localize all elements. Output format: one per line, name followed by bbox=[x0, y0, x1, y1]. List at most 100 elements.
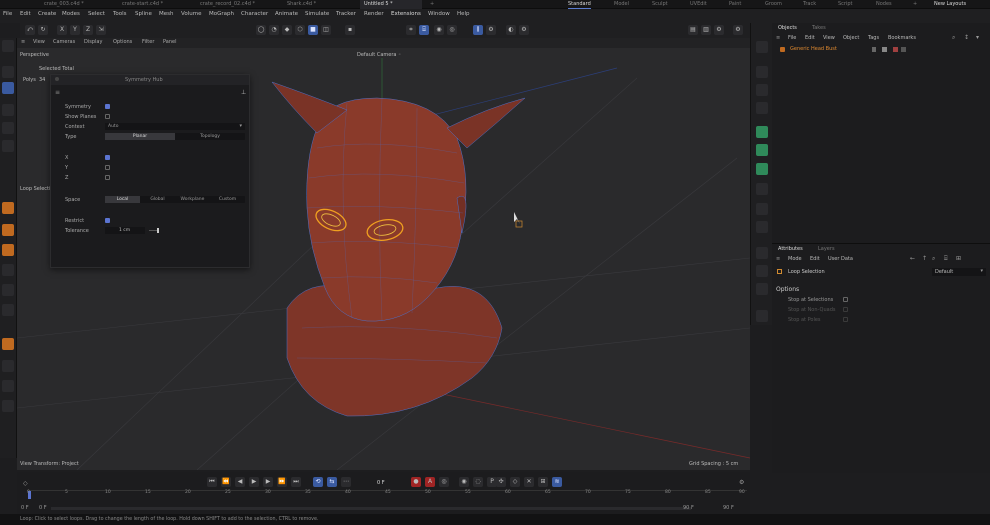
range-start[interactable]: 0 F bbox=[21, 505, 29, 511]
effector-icon[interactable] bbox=[756, 163, 768, 175]
preview-start[interactable]: 0 F bbox=[39, 505, 47, 511]
menu-select[interactable]: Select bbox=[88, 11, 105, 17]
tolerance-input[interactable]: 1 cm bbox=[105, 227, 145, 234]
attributes-menu-user-data[interactable]: User Data bbox=[828, 256, 853, 262]
menu-animate[interactable]: Animate bbox=[275, 11, 298, 17]
menu-mesh[interactable]: Mesh bbox=[159, 11, 173, 17]
menu-tools[interactable]: Tools bbox=[113, 11, 127, 17]
layout-tab[interactable]: Model bbox=[614, 0, 629, 9]
deformer-icon[interactable] bbox=[2, 264, 14, 276]
key-pla-icon[interactable]: ◇ bbox=[510, 477, 520, 487]
key-param-icon[interactable]: ✣ bbox=[496, 477, 506, 487]
axis-x-button[interactable]: X bbox=[57, 25, 67, 35]
menu-render[interactable]: Render bbox=[364, 11, 384, 17]
menu-spline[interactable]: Spline bbox=[135, 11, 152, 17]
quantize-icon[interactable]: ◉ bbox=[434, 25, 444, 35]
menu-tracker[interactable]: Tracker bbox=[336, 11, 356, 17]
search-icon[interactable] bbox=[2, 40, 14, 52]
type-planar-button[interactable]: Planar bbox=[105, 133, 175, 140]
scene-icon[interactable] bbox=[756, 247, 768, 259]
generator-green-icon[interactable] bbox=[756, 126, 768, 138]
next-frame-icon[interactable]: ▶ bbox=[263, 477, 273, 487]
lock-icon[interactable]: ⌸ bbox=[944, 255, 948, 263]
option-stop-at-non-quads-checkbox[interactable] bbox=[843, 307, 848, 312]
axis-z-button[interactable]: Z bbox=[83, 25, 93, 35]
move-icon[interactable] bbox=[2, 104, 14, 116]
layout-tab[interactable]: Sculpt bbox=[652, 0, 668, 9]
object-name[interactable]: Generic Head Bust bbox=[790, 46, 837, 52]
render-picture-viewer-icon[interactable]: ▥ bbox=[701, 25, 711, 35]
space-global-button[interactable]: Global bbox=[140, 196, 175, 203]
cube-object-icon[interactable] bbox=[2, 202, 14, 214]
range-end[interactable]: 90 F bbox=[723, 505, 734, 511]
globe-icon[interactable] bbox=[756, 41, 768, 53]
objects-menu-view[interactable]: View bbox=[823, 35, 835, 41]
layout-tab[interactable]: UVEdit bbox=[690, 0, 707, 9]
workplane-icon[interactable]: ⌸ bbox=[419, 25, 429, 35]
new-layouts-dropdown[interactable]: New Layouts bbox=[934, 0, 966, 9]
primitive-cube-icon[interactable] bbox=[756, 84, 768, 96]
playback-options-icon[interactable]: ⋯ bbox=[341, 477, 351, 487]
menu-file[interactable]: File bbox=[3, 11, 12, 17]
symmetry-icon[interactable]: ⫼ bbox=[473, 25, 483, 35]
objects-menu-edit[interactable]: Edit bbox=[805, 35, 815, 41]
up-arrow-icon[interactable]: ↑ bbox=[922, 255, 927, 262]
deformer-icon[interactable] bbox=[756, 221, 768, 233]
keyframe-selection-icon[interactable]: ◎ bbox=[439, 477, 449, 487]
viewport-solo-icon[interactable]: ◐ bbox=[506, 25, 516, 35]
playback-range-icon[interactable]: ⇆ bbox=[327, 477, 337, 487]
uv-mode-icon[interactable]: ◫ bbox=[321, 25, 331, 35]
key-position-icon[interactable]: ◉ bbox=[459, 477, 469, 487]
symmetry-checkbox[interactable] bbox=[105, 104, 110, 109]
context-dropdown[interactable]: Auto ▾ bbox=[105, 123, 245, 130]
menu-simulate[interactable]: Simulate bbox=[305, 11, 329, 17]
motion-system-icon[interactable]: ⊞ bbox=[538, 477, 548, 487]
objects-menu-icon[interactable]: ≡ bbox=[776, 35, 780, 41]
previous-key-icon[interactable]: ⏪ bbox=[221, 477, 231, 487]
layout-tab[interactable]: Paint bbox=[729, 0, 741, 9]
panel-menu-icon[interactable]: ≡ bbox=[55, 89, 60, 96]
search-icon[interactable]: ⌕ bbox=[932, 255, 935, 263]
autokey-icon[interactable]: A bbox=[425, 477, 435, 487]
layout-tab[interactable]: Script bbox=[838, 0, 853, 9]
layout-tab[interactable]: Track bbox=[803, 0, 816, 9]
timeline-ruler[interactable]: 0 5 10 15 20 25 30 35 40 45 50 55 60 65 … bbox=[27, 490, 747, 500]
space-workplane-button[interactable]: Workplane bbox=[175, 196, 210, 203]
search-icon[interactable]: ⌕ bbox=[952, 34, 955, 42]
menu-window[interactable]: Window bbox=[428, 11, 450, 17]
filter-icon[interactable]: ▾ bbox=[976, 34, 979, 41]
option-stop-at-poles-checkbox[interactable] bbox=[843, 317, 848, 322]
generator-icon[interactable] bbox=[2, 244, 14, 256]
mograph-icon[interactable] bbox=[756, 144, 768, 156]
menu-mograph[interactable]: MoGraph bbox=[209, 11, 234, 17]
brush-icon[interactable] bbox=[2, 360, 14, 372]
tab-attributes[interactable]: Attributes bbox=[778, 246, 803, 252]
preview-end[interactable]: 90 F bbox=[683, 505, 694, 511]
viewport-settings-icon[interactable]: ⚙ bbox=[519, 25, 529, 35]
objects-menu-bookmarks[interactable]: Bookmarks bbox=[888, 35, 916, 41]
rotate-icon[interactable] bbox=[2, 122, 14, 134]
file-tab[interactable]: crate-start.c4d * bbox=[118, 0, 188, 9]
polygons-mode-icon[interactable]: ■ bbox=[308, 25, 318, 35]
environment-icon[interactable] bbox=[2, 284, 14, 296]
viewport-camera-label[interactable]: Default Camera ◦ bbox=[357, 52, 401, 58]
tab-layers[interactable]: Layers bbox=[818, 246, 835, 252]
menu-create[interactable]: Create bbox=[38, 11, 56, 17]
spline-icon[interactable] bbox=[756, 203, 768, 215]
lock-icon[interactable]: ◎ bbox=[447, 25, 457, 35]
settings-icon[interactable] bbox=[756, 310, 768, 322]
object-row[interactable]: Generic Head Bust bbox=[772, 45, 990, 54]
floor-icon[interactable] bbox=[2, 380, 14, 392]
tag-icon[interactable] bbox=[901, 47, 906, 52]
timeline-settings-right-icon[interactable]: ⚙ bbox=[739, 479, 744, 486]
option-stop-at-selections-checkbox[interactable] bbox=[843, 297, 848, 302]
render-view-icon[interactable]: ▤ bbox=[688, 25, 698, 35]
space-local-button[interactable]: Local bbox=[105, 196, 140, 203]
attributes-menu-edit[interactable]: Edit bbox=[810, 256, 820, 262]
back-arrow-icon[interactable]: ← bbox=[910, 255, 915, 262]
menu-extensions[interactable]: Extensions bbox=[391, 11, 421, 17]
axis-x-checkbox[interactable] bbox=[105, 155, 110, 160]
menu-help[interactable]: Help bbox=[457, 11, 470, 17]
layout-tab[interactable]: Standard bbox=[568, 0, 591, 9]
light-icon[interactable] bbox=[756, 265, 768, 277]
